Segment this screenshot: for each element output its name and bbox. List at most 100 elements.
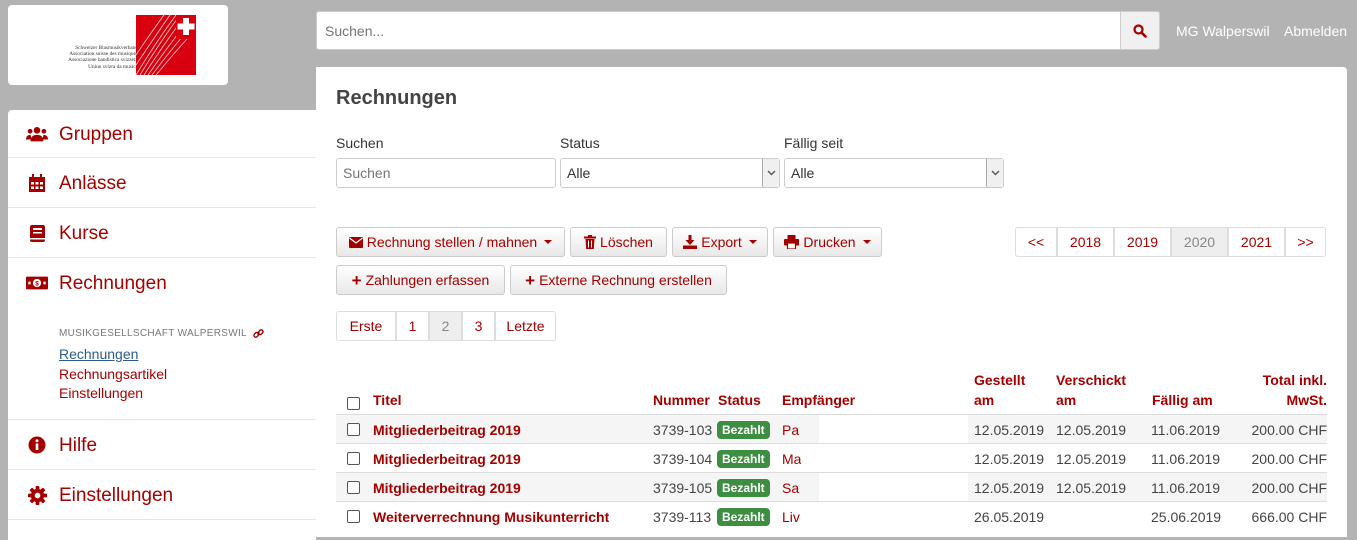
delete-button[interactable]: Löschen: [570, 227, 667, 257]
year-prev-button[interactable]: <<: [1015, 227, 1057, 257]
invoice-title-link[interactable]: Weiterverrechnung Musikunterricht: [373, 502, 609, 531]
sidebar-item-einstellungen[interactable]: Einstellungen: [8, 470, 316, 520]
gear-icon: [26, 485, 48, 505]
col-number[interactable]: Nummer: [653, 390, 710, 410]
page-1-button[interactable]: 1: [396, 311, 429, 341]
info-circle-icon: [26, 435, 48, 455]
send-invoice-button[interactable]: Rechnung stellen / mahnen: [336, 227, 565, 257]
year-2018[interactable]: 2018: [1057, 227, 1114, 257]
sidebar-item-label: Gruppen: [59, 124, 133, 145]
page-3-button[interactable]: 3: [462, 311, 495, 341]
sidebar-item-gruppen[interactable]: Gruppen: [8, 110, 316, 158]
select-all-checkbox[interactable]: [347, 397, 360, 410]
sidebar: Gruppen Anlässe Kurse $ Rechnungen MUSIK…: [8, 110, 316, 540]
money-bill-icon: $: [26, 273, 48, 293]
export-button[interactable]: Export: [672, 227, 768, 257]
row-checkbox-cell: [347, 415, 360, 444]
row-checkbox-cell: [347, 444, 360, 473]
col-total[interactable]: Total inkl. MwSt.: [1216, 370, 1327, 410]
col-recipient[interactable]: Empfänger: [782, 390, 855, 410]
sent-date: 12.05.2019: [1056, 421, 1127, 438]
sidebar-item-anlaesse[interactable]: Anlässe: [8, 158, 316, 208]
logout-link[interactable]: Abmelden: [1284, 23, 1347, 39]
col-status[interactable]: Status: [718, 390, 761, 410]
download-icon: [683, 235, 698, 249]
status-badge: Bezahlt: [717, 420, 770, 439]
table-row[interactable]: Mitgliederbeitrag 2019 3739-105 Bezahlt …: [336, 472, 1327, 502]
sent-date: 12.05.2019: [1056, 450, 1127, 467]
col-title[interactable]: Titel: [373, 390, 402, 410]
sidebar-sublink-rechnungsartikel[interactable]: Rechnungsartikel: [59, 366, 167, 382]
status-filter-select[interactable]: Alle: [560, 158, 780, 188]
page-2-button[interactable]: 2: [429, 311, 462, 341]
group-link[interactable]: MG Walperswil: [1176, 23, 1270, 39]
recipient-link[interactable]: Pa: [782, 415, 799, 444]
year-2021[interactable]: 2021: [1228, 227, 1285, 257]
recipient-link[interactable]: Ma: [782, 444, 801, 473]
row-checkbox[interactable]: [347, 452, 360, 465]
print-button[interactable]: Drucken: [773, 227, 882, 257]
table-row[interactable]: Mitgliederbeitrag 2019 3739-103 Bezahlt …: [336, 414, 1327, 444]
printer-icon: [784, 235, 800, 249]
sidebar-item-hilfe[interactable]: Hilfe: [8, 420, 316, 470]
search-button[interactable]: [1120, 11, 1160, 50]
col-due[interactable]: Fällig am: [1152, 390, 1213, 410]
sidebar-sublink-einstellungen[interactable]: Einstellungen: [59, 385, 143, 401]
due-date: 11.06.2019: [1151, 450, 1221, 467]
invoice-title-link[interactable]: Mitgliederbeitrag 2019: [373, 473, 521, 502]
sidebar-sublink-rechnungen[interactable]: Rechnungen: [59, 346, 138, 362]
col-issued[interactable]: Gestellt am: [974, 370, 1025, 410]
table-gap: [819, 473, 968, 502]
invoice-number: 3739-103: [653, 421, 713, 438]
calendar-icon: [26, 173, 48, 193]
due-filter-select[interactable]: Alle: [784, 158, 1004, 188]
row-checkbox[interactable]: [347, 510, 360, 523]
table-gap: [819, 415, 968, 444]
row-checkbox[interactable]: [347, 423, 360, 436]
search-filter-input[interactable]: [336, 158, 556, 188]
page-title: Rechnungen: [336, 87, 458, 109]
logo-text: Schweizer Blasmusikverband Association s…: [68, 45, 138, 70]
link-icon[interactable]: [253, 328, 264, 339]
row-checkbox-cell: [347, 473, 360, 502]
search-filter-label: Suchen: [336, 135, 384, 151]
table-row[interactable]: Mitgliederbeitrag 2019 3739-104 Bezahlt …: [336, 443, 1327, 473]
record-payments-button[interactable]: + Zahlungen erfassen: [336, 265, 505, 295]
logo[interactable]: Schweizer Blasmusikverband Association s…: [8, 5, 228, 85]
status-badge: Bezahlt: [717, 449, 770, 468]
status-badge: Bezahlt: [717, 478, 770, 497]
year-2020[interactable]: 2020: [1171, 227, 1228, 257]
page-last-button[interactable]: Letzte: [495, 311, 556, 341]
issued-date: 26.05.2019: [974, 508, 1045, 525]
year-next-button[interactable]: >>: [1285, 227, 1326, 257]
recipient-link[interactable]: Sa: [782, 473, 799, 502]
year-2019[interactable]: 2019: [1114, 227, 1171, 257]
total-amount: 200.00 CHF: [1251, 479, 1327, 496]
table-row[interactable]: Weiterverrechnung Musikunterricht 3739-1…: [336, 501, 1327, 531]
swiss-cross-logo-icon: [136, 15, 196, 75]
global-search-input[interactable]: [316, 11, 1121, 50]
status-filter-value: Alle: [567, 165, 591, 181]
status-badge: Bezahlt: [717, 507, 770, 526]
sidebar-item-label: Anlässe: [59, 173, 127, 194]
invoice-title-link[interactable]: Mitgliederbeitrag 2019: [373, 415, 521, 444]
create-external-invoice-button[interactable]: + Externe Rechnung erstellen: [510, 265, 727, 295]
caret-down-icon: [862, 240, 871, 244]
row-checkbox[interactable]: [347, 481, 360, 494]
total-amount: 200.00 CHF: [1251, 450, 1327, 467]
recipient-link[interactable]: Liv: [782, 502, 800, 531]
table-gap: [819, 502, 968, 531]
sidebar-item-rechnungen: $ Rechnungen MUSIKGESELLSCHAFT WALPERSWI…: [8, 258, 316, 420]
chevron-down-icon: [986, 159, 1003, 187]
status-cell: Bezahlt: [717, 473, 770, 502]
sidebar-item-label: Kurse: [59, 223, 109, 244]
status-cell: Bezahlt: [717, 444, 770, 473]
invoice-title-link[interactable]: Mitgliederbeitrag 2019: [373, 444, 521, 473]
chevron-down-icon: [762, 159, 779, 187]
col-sent[interactable]: Verschickt am: [1056, 370, 1126, 410]
plus-icon: +: [525, 270, 536, 290]
due-date: 11.06.2019: [1151, 421, 1221, 438]
page-first-button[interactable]: Erste: [336, 311, 396, 341]
sidebar-item-kurse[interactable]: Kurse: [8, 208, 316, 258]
sidebar-item-label[interactable]: Rechnungen: [59, 273, 167, 295]
